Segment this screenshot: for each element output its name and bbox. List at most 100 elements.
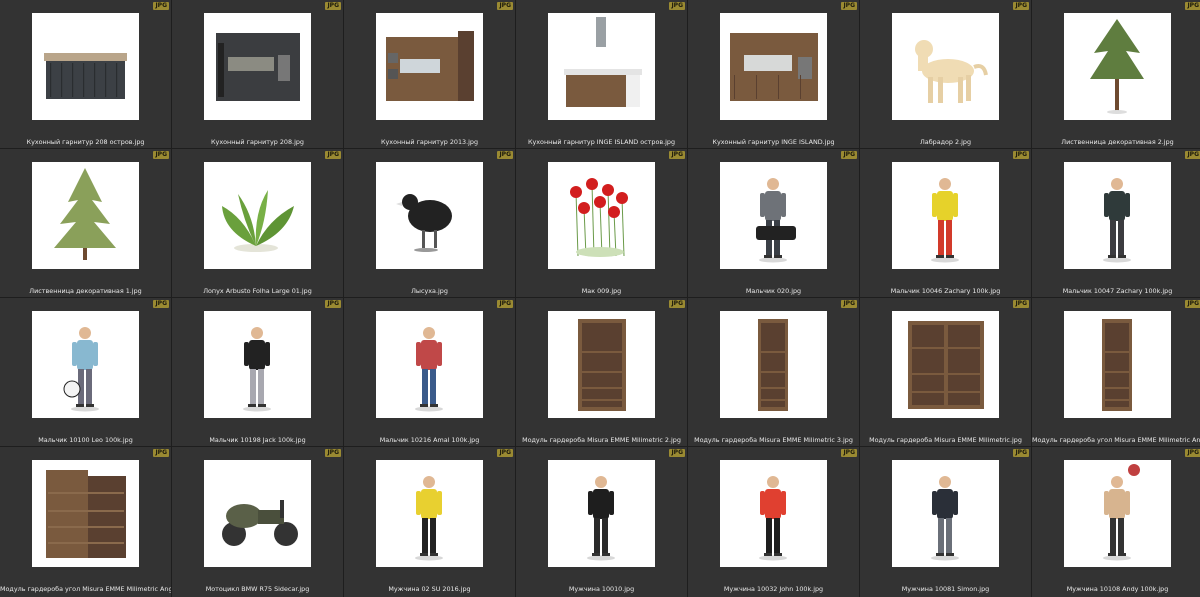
file-name: Мальчик 10046 Zachary 100k.jpg: [890, 287, 1001, 295]
file-name: Мотоцикл BMW R75 Sidecar.jpg: [205, 585, 310, 593]
file-tile[interactable]: JPG Кухонный гарнитур INGE ISLAND.jpg: [688, 0, 859, 148]
file-type-badge: JPG: [841, 151, 857, 159]
file-type-badge: JPG: [841, 2, 857, 10]
file-name: Мужчина 10032 John 100k.jpg: [723, 585, 824, 593]
file-tile[interactable]: JPG Модуль гардероба Misura EMME Milimetr…: [516, 298, 687, 446]
file-tile[interactable]: JPG Кухонный гарнитур 208 остров.jpg: [0, 0, 171, 148]
file-type-badge: JPG: [669, 449, 685, 457]
file-type-badge: JPG: [153, 449, 169, 457]
file-tile[interactable]: JPG Мужчина 10032 John 100k.jpg: [688, 447, 859, 597]
person-boy-thumbnail[interactable]: [1064, 162, 1171, 269]
wardrobe-narrow-thumbnail[interactable]: [720, 311, 827, 418]
wardrobe-wide-thumbnail[interactable]: [548, 311, 655, 418]
file-type-badge: JPG: [325, 449, 341, 457]
file-name: Модуль гардероба Misura EMME Milimetric …: [522, 436, 681, 444]
file-name: Мужчина 02 SU 2016.jpg: [388, 585, 471, 593]
person-jeans-thumbnail[interactable]: [376, 311, 483, 418]
file-type-badge: JPG: [497, 2, 513, 10]
file-tile[interactable]: JPG Кухонный гарнитур 2013.jpg: [344, 0, 515, 148]
file-tile[interactable]: JPG Лабрадор 2.jpg: [860, 0, 1031, 148]
file-tile[interactable]: JPG Лиственница декоративная 1.jpg: [0, 149, 171, 297]
file-type-badge: JPG: [497, 151, 513, 159]
kitchen-dark-thumbnail[interactable]: [204, 13, 311, 120]
file-tile[interactable]: JPG Мальчик 10046 Zachary 100k.jpg: [860, 149, 1031, 297]
file-name: Мальчик 020.jpg: [745, 287, 802, 295]
file-tile[interactable]: JPG Кухонный гарнитур 208.jpg: [172, 0, 343, 148]
tree-tall-thumbnail[interactable]: [1064, 13, 1171, 120]
file-tile[interactable]: JPG Лиственница декоративная 2.jpg: [1032, 0, 1200, 148]
file-tile[interactable]: JPG Мужчина 10081 Simon.jpg: [860, 447, 1031, 597]
wardrobe-double-thumbnail[interactable]: [892, 311, 999, 418]
file-tile[interactable]: JPG Модуль гардероба угол Misura EMME Mil…: [1032, 298, 1200, 446]
file-name: Кухонный гарнитур INGE ISLAND остров.jpg: [527, 138, 676, 146]
file-tile[interactable]: JPG Мальчик 10198 Jack 100k.jpg: [172, 298, 343, 446]
file-tile[interactable]: JPG Лысуха.jpg: [344, 149, 515, 297]
file-type-badge: JPG: [669, 2, 685, 10]
kitchen-corner-thumbnail[interactable]: [376, 13, 483, 120]
file-type-badge: JPG: [1013, 300, 1029, 308]
file-tile[interactable]: JPG Мак 009.jpg: [516, 149, 687, 297]
person-volley-thumbnail[interactable]: [1064, 460, 1171, 567]
file-tile[interactable]: JPG Мальчик 020.jpg: [688, 149, 859, 297]
poppies-thumbnail[interactable]: [548, 162, 655, 269]
person-black-thumbnail[interactable]: [548, 460, 655, 567]
file-type-badge: JPG: [1013, 449, 1029, 457]
kitchen-wood-thumbnail[interactable]: [720, 13, 827, 120]
file-name: Мальчик 10047 Zachary 100k.jpg: [1062, 287, 1173, 295]
file-type-badge: JPG: [1185, 449, 1200, 457]
file-name: Модуль гардероба угол Misura EMME Milime…: [1032, 436, 1200, 444]
kitchen-island-thumbnail[interactable]: [32, 13, 139, 120]
file-tile[interactable]: JPG Мужчина 02 SU 2016.jpg: [344, 447, 515, 597]
file-tile[interactable]: JPG Мужчина 10108 Andy 100k.jpg: [1032, 447, 1200, 597]
file-tile[interactable]: JPG Мальчик 10100 Leo 100k.jpg: [0, 298, 171, 446]
tree-fir-thumbnail[interactable]: [32, 162, 139, 269]
file-name: Мужчина 10108 Andy 100k.jpg: [1066, 585, 1169, 593]
person-dark-thumbnail[interactable]: [892, 460, 999, 567]
file-tile[interactable]: JPG Модуль гардероба Misura EMME Milimetr…: [860, 298, 1031, 446]
file-type-badge: JPG: [1185, 300, 1200, 308]
file-type-badge: JPG: [841, 300, 857, 308]
file-tile[interactable]: JPG Лопух Arbusto Folha Large 01.jpg: [172, 149, 343, 297]
kitchen-island-hood-thumbnail[interactable]: [548, 13, 655, 120]
file-name: Мужчина 10010.jpg: [568, 585, 635, 593]
file-name: Модуль гардероба угол Misura EMME Milime…: [0, 585, 171, 593]
file-type-badge: JPG: [1185, 151, 1200, 159]
file-type-badge: JPG: [1013, 151, 1029, 159]
file-name: Кухонный гарнитур 2013.jpg: [380, 138, 479, 146]
person-shorts-thumbnail[interactable]: [204, 311, 311, 418]
wardrobe-narrow-thumbnail[interactable]: [1064, 311, 1171, 418]
person-goalie-thumbnail[interactable]: [376, 460, 483, 567]
bird-thumbnail[interactable]: [376, 162, 483, 269]
file-type-badge: JPG: [1185, 2, 1200, 10]
wardrobe-corner-thumbnail[interactable]: [32, 460, 139, 567]
file-type-badge: JPG: [325, 151, 341, 159]
file-tile[interactable]: JPG Мужчина 10010.jpg: [516, 447, 687, 597]
file-tile[interactable]: JPG Мотоцикл BMW R75 Sidecar.jpg: [172, 447, 343, 597]
file-name: Мальчик 10198 Jack 100k.jpg: [209, 436, 306, 444]
file-name: Лысуха.jpg: [411, 287, 448, 295]
plant-thumbnail[interactable]: [204, 162, 311, 269]
file-tile[interactable]: JPG Мальчик 10047 Zachary 100k.jpg: [1032, 149, 1200, 297]
file-name: Лопух Arbusto Folha Large 01.jpg: [203, 287, 312, 295]
file-type-badge: JPG: [153, 2, 169, 10]
file-tile[interactable]: JPG Модуль гардероба угол Misura EMME Mil…: [0, 447, 171, 597]
file-type-badge: JPG: [153, 151, 169, 159]
file-name: Кухонный гарнитур INGE ISLAND.jpg: [712, 138, 835, 146]
file-type-badge: JPG: [325, 300, 341, 308]
file-type-badge: JPG: [497, 300, 513, 308]
person-red-thumbnail[interactable]: [720, 460, 827, 567]
person-ball-thumbnail[interactable]: [32, 311, 139, 418]
person-yellow-thumbnail[interactable]: [892, 162, 999, 269]
file-tile[interactable]: JPG Модуль гардероба Misura EMME Milimetr…: [688, 298, 859, 446]
file-tile[interactable]: JPG Кухонный гарнитур INGE ISLAND остров.…: [516, 0, 687, 148]
dog-thumbnail[interactable]: [892, 13, 999, 120]
file-name: Кухонный гарнитур 208 остров.jpg: [26, 138, 145, 146]
file-name: Мужчина 10081 Simon.jpg: [901, 585, 990, 593]
person-case-thumbnail[interactable]: [720, 162, 827, 269]
file-name: Мальчик 10216 Amal 100k.jpg: [379, 436, 480, 444]
motorcycle-thumbnail[interactable]: [204, 460, 311, 567]
file-name: Мальчик 10100 Leo 100k.jpg: [38, 436, 133, 444]
file-tile[interactable]: JPG Мальчик 10216 Amal 100k.jpg: [344, 298, 515, 446]
file-type-badge: JPG: [497, 449, 513, 457]
file-type-badge: JPG: [1013, 2, 1029, 10]
